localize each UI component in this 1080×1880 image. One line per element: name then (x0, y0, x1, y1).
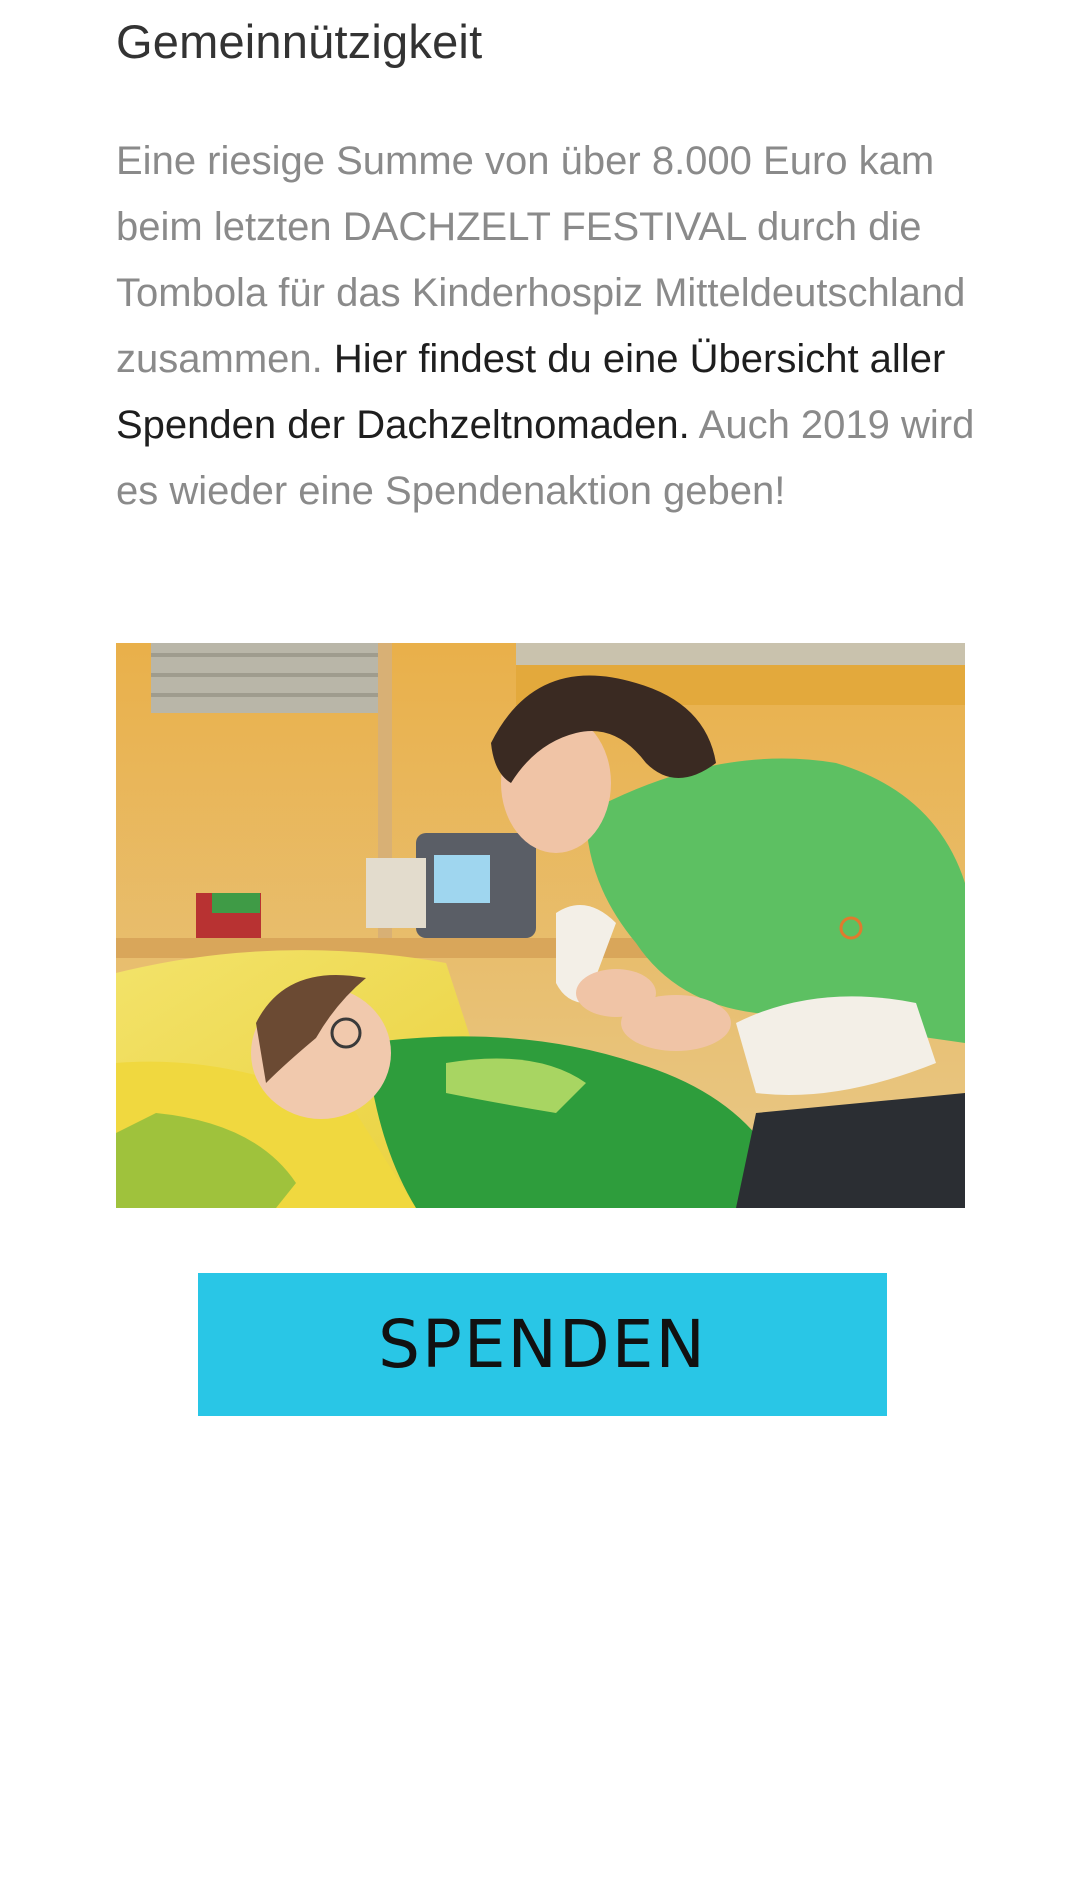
spenden-button[interactable]: SPENDEN (198, 1273, 887, 1416)
section-heading: Gemeinnützigkeit (116, 15, 483, 68)
content-section: Gemeinnützigkeit Eine riesige Summe von … (116, 0, 976, 524)
intro-paragraph: Eine riesige Summe von über 8.000 Euro k… (116, 128, 976, 524)
hospice-photo (116, 643, 965, 1208)
